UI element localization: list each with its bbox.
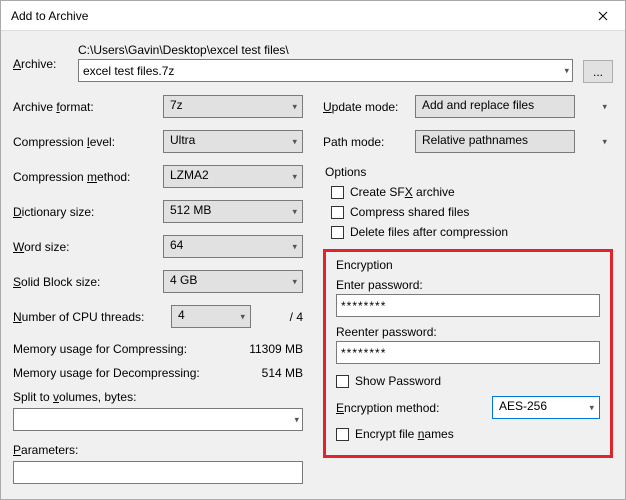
create-sfx-checkbox[interactable]: Create SFX archive (331, 185, 613, 199)
mem-compress-value: 11309 MB (249, 342, 303, 356)
path-mode-select[interactable]: Relative pathnames (415, 130, 575, 153)
update-mode-label: Update mode: (323, 100, 415, 114)
show-password-checkbox[interactable]: Show Password (336, 374, 600, 388)
word-size-select[interactable]: 64 (163, 235, 303, 258)
archive-format-select[interactable]: 7z (163, 95, 303, 118)
titlebar: Add to Archive (1, 1, 625, 31)
solid-block-label: Solid Block size: (13, 275, 163, 289)
archive-path: C:\Users\Gavin\Desktop\excel test files\ (78, 43, 573, 57)
solid-block-select[interactable]: 4 GB (163, 270, 303, 293)
chevron-down-icon: ▾ (602, 101, 607, 112)
cpu-threads-max: / 4 (259, 310, 303, 324)
encryption-method-label: Encryption method: (336, 401, 492, 415)
checkbox-icon (331, 186, 344, 199)
checkbox-icon (336, 428, 349, 441)
mem-compress-label: Memory usage for Compressing: (13, 342, 249, 356)
delete-after-checkbox[interactable]: Delete files after compression (331, 225, 613, 239)
encryption-method-select[interactable]: AES-256 (492, 396, 600, 419)
enter-password-label: Enter password: (336, 278, 600, 292)
compression-level-label: Compression level: (13, 135, 163, 149)
reenter-password-input[interactable] (336, 341, 600, 364)
mem-decompress-value: 514 MB (262, 366, 303, 380)
right-column: Update mode: Add and replace files ▾ Path… (323, 95, 613, 484)
compression-level-select[interactable]: Ultra (163, 130, 303, 153)
encrypt-filenames-checkbox[interactable]: Encrypt file names (336, 427, 600, 441)
close-icon (598, 11, 608, 21)
archive-filename-input[interactable] (78, 59, 573, 82)
compress-shared-checkbox[interactable]: Compress shared files (331, 205, 613, 219)
left-column: Archive format: 7z▾ Compression level: U… (13, 95, 303, 484)
add-to-archive-dialog: Add to Archive Archive: C:\Users\Gavin\D… (0, 0, 626, 500)
checkbox-icon (336, 375, 349, 388)
options-title: Options (323, 165, 613, 179)
checkbox-icon (331, 226, 344, 239)
cpu-threads-label: Number of CPU threads: (13, 310, 163, 324)
cpu-threads-select[interactable]: 4 (171, 305, 251, 328)
window-title: Add to Archive (11, 9, 580, 23)
checkbox-icon (331, 206, 344, 219)
archive-format-label: Archive format: (13, 100, 163, 114)
parameters-input[interactable] (13, 461, 303, 484)
split-volumes-input[interactable] (13, 408, 303, 431)
close-button[interactable] (580, 1, 625, 31)
chevron-down-icon: ▾ (602, 136, 607, 147)
compression-method-label: Compression method: (13, 170, 163, 184)
enter-password-input[interactable] (336, 294, 600, 317)
parameters-label: Parameters: (13, 443, 303, 457)
word-size-label: Word size: (13, 240, 163, 254)
encryption-title: Encryption (336, 258, 600, 272)
path-mode-label: Path mode: (323, 135, 415, 149)
compression-method-select[interactable]: LZMA2 (163, 165, 303, 188)
dictionary-size-select[interactable]: 512 MB (163, 200, 303, 223)
mem-decompress-label: Memory usage for Decompressing: (13, 366, 262, 380)
dictionary-size-label: Dictionary size: (13, 205, 163, 219)
archive-label: Archive: (13, 43, 68, 71)
browse-button[interactable]: ... (583, 60, 613, 83)
reenter-password-label: Reenter password: (336, 325, 600, 339)
split-volumes-label: Split to volumes, bytes: (13, 390, 303, 404)
encryption-group: Encryption Enter password: Reenter passw… (323, 249, 613, 458)
update-mode-select[interactable]: Add and replace files (415, 95, 575, 118)
